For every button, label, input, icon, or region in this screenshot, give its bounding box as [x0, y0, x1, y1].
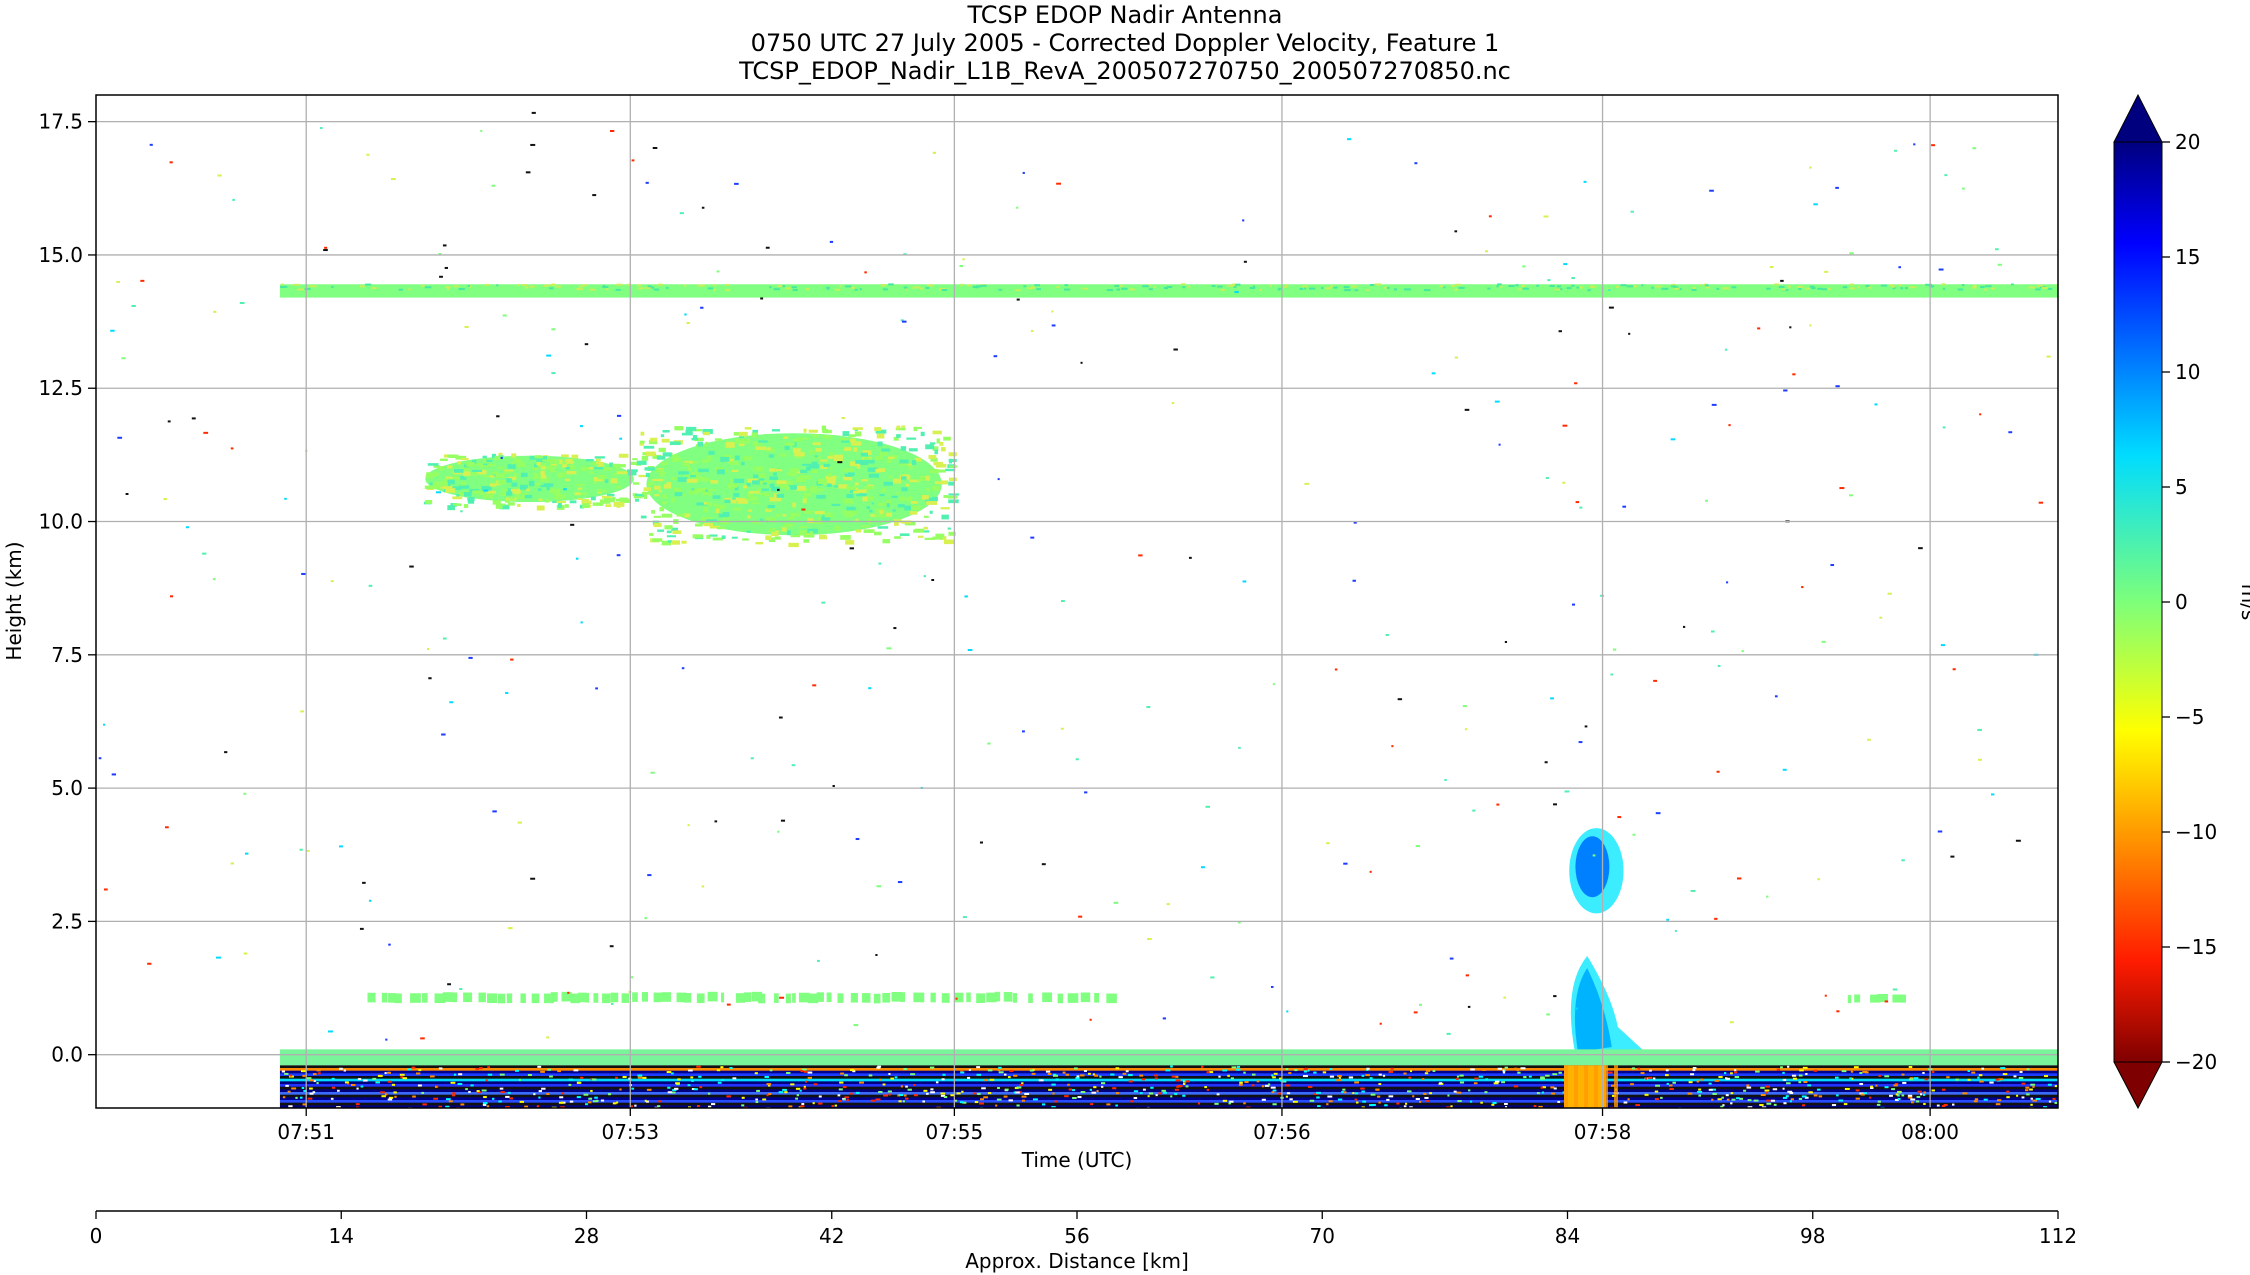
distance-tick-label: 28 [574, 1224, 599, 1248]
noise-speckles [98, 111, 2058, 1041]
x-axis-label: Time (UTC) [1021, 1148, 1133, 1172]
y-tick-label: 0.0 [51, 1043, 83, 1067]
distance-tick-label: 0 [90, 1224, 103, 1248]
echo-cell-low [1570, 956, 1646, 1053]
y-tick-label: 17.5 [38, 110, 83, 134]
colorbar-tick-label: 0 [2175, 590, 2188, 614]
colorbar-tick-label: −20 [2175, 1050, 2217, 1074]
distance-tick-label: 84 [1555, 1224, 1580, 1248]
y-tick-label: 10.0 [38, 510, 83, 534]
colorbar-gradient [2113, 141, 2163, 1063]
colorbar-extend-bottom [2113, 1061, 2163, 1110]
x-tick-label: 07:58 [1574, 1120, 1632, 1144]
x-tick-label: 07:56 [1253, 1120, 1311, 1144]
colorbar-label: m/s [2237, 584, 2250, 621]
distance-tick-label: 56 [1064, 1224, 1089, 1248]
distance-tick-label: 14 [329, 1224, 354, 1248]
plot-area: 0.0 2.5 5.0 7.5 10.0 12.5 15.0 17.5 07:51 07:53 0… [38, 94, 2059, 1144]
x-tick-label: 07:55 [926, 1120, 984, 1144]
echo-cirrus-left [423, 452, 650, 511]
distance-tick-label: 42 [819, 1224, 844, 1248]
colorbar-extend-top [2113, 93, 2163, 143]
distance-axis-label: Approx. Distance [km] [965, 1249, 1189, 1273]
distance-axis: 0 14 28 42 56 70 84 98 112 [90, 1210, 2077, 1248]
x-tick-label: 08:00 [1901, 1120, 1959, 1144]
y-tick-label: 7.5 [51, 643, 83, 667]
distance-tick-label: 70 [1310, 1224, 1335, 1248]
y-axis-label: Height (km) [2, 541, 26, 660]
distance-tick-label: 98 [1800, 1224, 1825, 1248]
plot-frame [95, 94, 2059, 1109]
echo-thin-layer-1km [367, 991, 1117, 1004]
doppler-velocity-chart: 0.0 2.5 5.0 7.5 10.0 12.5 15.0 17.5 07:51 07:53 0… [2, 93, 2250, 1273]
echo-cirrus-right [639, 425, 960, 548]
colorbar-tick-label: −10 [2175, 820, 2217, 844]
colorbar-tick-label: 15 [2175, 245, 2200, 269]
y-tick-label: 5.0 [51, 776, 83, 800]
surface-clutter-band [279, 1049, 2058, 1108]
colorbar-tick-label: 5 [2175, 475, 2188, 499]
y-tick-label: 12.5 [38, 376, 83, 400]
y-tick-label: 15.0 [38, 243, 83, 267]
colorbar-tick-label: 10 [2175, 360, 2200, 384]
x-tick-label: 07:51 [277, 1120, 335, 1144]
colorbar: 20 15 10 5 0 −5 −10 −15 −20 [2113, 93, 2217, 1110]
colorbar-tick-label: −15 [2175, 935, 2217, 959]
distance-tick-label: 112 [2039, 1224, 2077, 1248]
echo-cell-mid [1569, 828, 1624, 914]
colorbar-tick-label: −5 [2175, 705, 2204, 729]
echo-thin-layer-right [1847, 993, 1906, 1004]
colorbar-tick-label: 20 [2175, 130, 2200, 154]
x-tick-label: 07:53 [601, 1120, 659, 1144]
y-tick-label: 2.5 [51, 909, 83, 933]
